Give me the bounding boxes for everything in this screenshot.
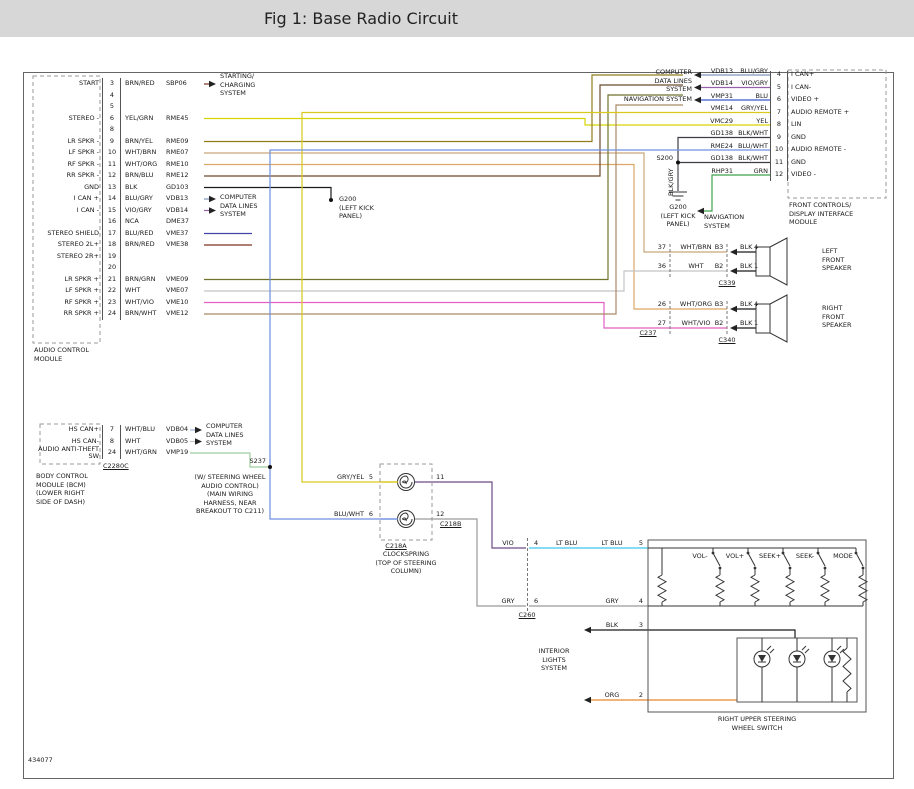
arrow-icon — [584, 627, 591, 634]
switch-blade-icon — [713, 553, 720, 566]
arrow-icon — [584, 697, 591, 704]
wire — [302, 113, 771, 483]
wiring-layer — [0, 0, 914, 789]
wire — [270, 150, 771, 519]
wire — [204, 165, 727, 310]
wire — [590, 630, 795, 638]
switch-blade-icon — [748, 553, 755, 566]
switch-blade-icon — [783, 553, 790, 566]
module-box — [40, 424, 100, 464]
wire — [204, 85, 683, 176]
junction-dot — [676, 161, 680, 165]
arrow-icon — [195, 438, 202, 445]
wire — [204, 119, 771, 126]
arrow-icon — [209, 196, 216, 203]
arrow-icon — [694, 97, 701, 104]
wire — [204, 303, 727, 329]
wire — [414, 482, 526, 548]
arrow-icon — [694, 72, 701, 79]
arrow-icon — [195, 427, 202, 434]
wire — [204, 271, 727, 291]
switch-contact-dot — [782, 552, 785, 555]
switch-blade-icon — [818, 553, 825, 566]
wire — [204, 153, 727, 252]
led-icon — [767, 646, 771, 650]
switch-contact-dot — [817, 552, 820, 555]
arrow-icon — [730, 325, 737, 332]
arrow-icon — [209, 207, 216, 214]
wire — [190, 453, 270, 467]
switch-contact-dot — [747, 552, 750, 555]
led-icon — [837, 646, 841, 650]
arrow-icon — [730, 268, 737, 275]
resistor-icon — [786, 575, 794, 602]
arrow-icon — [697, 208, 704, 215]
arrow-icon — [694, 84, 701, 91]
resistor-icon — [821, 575, 829, 602]
module-box — [33, 76, 100, 343]
switch-blade-icon — [856, 553, 863, 566]
diagram-canvas: Fig 1: Base Radio Circuit START3BRN/REDS… — [0, 0, 914, 789]
arrow-icon — [730, 249, 737, 256]
wire — [204, 105, 683, 314]
led-icon — [802, 646, 806, 650]
resistor-icon — [658, 575, 666, 602]
junction-dot — [268, 465, 272, 469]
speaker-icon — [756, 238, 787, 285]
wire — [704, 175, 771, 211]
module-box — [788, 70, 886, 198]
wire — [204, 188, 331, 199]
led-icon — [805, 649, 809, 653]
switch-contact-dot — [712, 552, 715, 555]
resistor-icon — [716, 575, 724, 602]
speaker-icon — [756, 295, 787, 342]
switch-box — [648, 540, 866, 712]
figure-number: 434077 — [28, 757, 53, 764]
switch-contact-dot — [855, 552, 858, 555]
resistor-icon — [751, 575, 759, 602]
resistor-icon — [843, 648, 851, 692]
arrow-icon — [209, 81, 216, 88]
junction-dot — [329, 198, 333, 202]
arrow-icon — [730, 306, 737, 313]
led-icon — [770, 649, 774, 653]
wire — [414, 519, 526, 606]
